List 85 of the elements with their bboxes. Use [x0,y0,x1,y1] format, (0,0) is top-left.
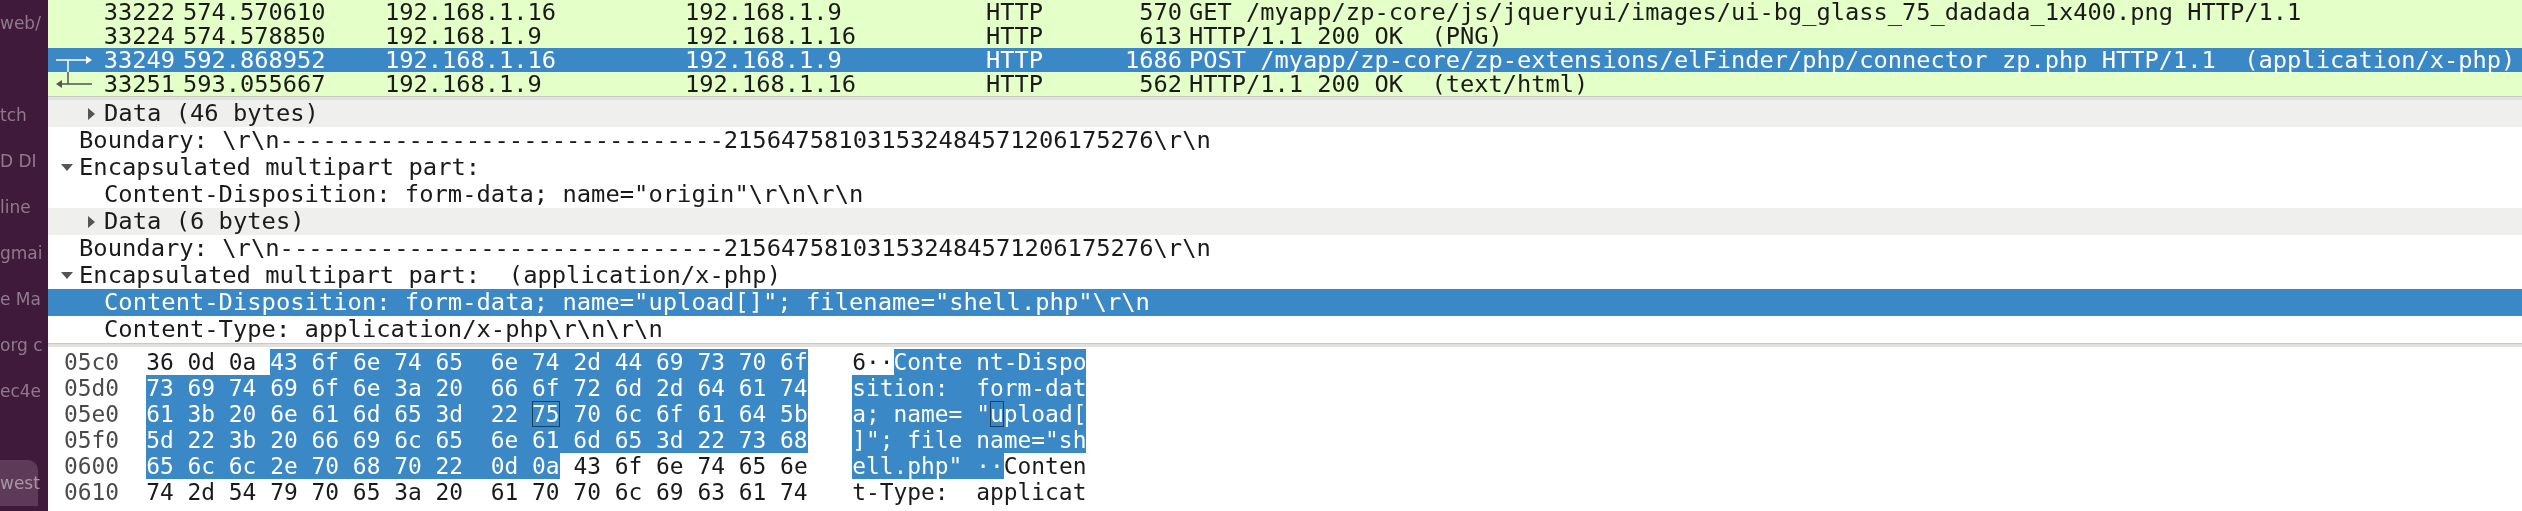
packet-row[interactable]: 33251 593.055667 192.168.1.9 192.168.1.16 HTTP 562 HTTP/1.1 200 OK (text/html) [48,72,2522,96]
packet-info: GET /myapp/zp-core/js/jqueryui/images/ui-bg_glass_75_dadada_1x400.png HTTP/1.1 [1189,0,2302,24]
hex-offset: 05c0 [64,349,120,375]
hex-bytes[interactable]: 75 [532,401,560,427]
tree-row[interactable]: Data (6 bytes) [48,208,2522,235]
hex-offset: 0600 [64,453,120,479]
packet-info: HTTP/1.1 200 OK (PNG) [1189,24,1503,48]
tree-row[interactable]: Encapsulated multipart part: (application/x-php) [48,262,2522,289]
ascii-text[interactable]: sition: form-dat [852,375,1087,401]
hex-bytes[interactable]: 43 6f 6e 74 65 6e [559,453,808,479]
protocol-name: HTTP [986,48,1045,72]
tree-label: Content-Disposition: form-data; name="upload[]"; filename="shell.php"\r\n [104,289,1150,316]
packet-time: 593.055667 [183,72,327,96]
packet-info: HTTP/1.1 200 OK (text/html) [1189,72,1589,96]
destination-address: 192.168.1.9 [685,48,843,72]
protocol-name: HTTP [986,0,1045,24]
dock-label[interactable]: ec4e [0,368,42,414]
dock-label[interactable]: gmai [0,230,43,276]
hex-bytes[interactable]: 43 6f 6e 74 65 6e 74 2d 44 69 73 70 6f [270,349,808,375]
left-arrow-icon [56,72,92,88]
hex-offset: 0610 [64,479,120,505]
packet-length: 1686 [1123,48,1183,72]
ascii-text[interactable]: t-Type: applicat [852,479,1087,505]
source-address: 192.168.1.9 [385,72,543,96]
tree-row[interactable]: Boundary: \r\n-------------------------------215647581031532484571206175276\r\n [48,127,2522,154]
tree-row[interactable]: Encapsulated multipart part: [48,154,2522,181]
ascii-text[interactable]: ]"; file name="sh [852,427,1087,453]
dock-label[interactable]: e Ma [0,276,41,322]
packet-time: 592.868952 [183,48,327,72]
dock-label[interactable]: web/ [0,0,41,46]
tree-label: Encapsulated multipart part: [79,154,481,181]
tree-label: Boundary: \r\n-------------------------------215647581031532484571206175276\r\n [79,127,1211,154]
tree-label: Content-Disposition: form-data; name="origin"\r\n\r\n [104,181,864,208]
ascii-text[interactable]: pload[ [1003,401,1087,427]
packet-row[interactable]: 33249 592.868952 192.168.1.16 192.168.1.9 HTTP 1686 POST /myapp/zp-core/zp-extensions/elFinder/php/connector zp.php HTTP/1.1 (application/x-php) [48,48,2522,72]
destination-address: 192.168.1.16 [685,24,858,48]
packet-length: 562 [1138,72,1183,96]
hex-bytes[interactable]: 65 6c 6c 2e 70 68 70 22 0d 0a [146,453,560,479]
ascii-text[interactable]: 6·· [852,349,894,375]
dock-label[interactable]: org c [0,322,43,368]
destination-address: 192.168.1.16 [685,72,858,96]
dock-label[interactable]: line [0,184,31,230]
hex-bytes[interactable]: 36 0d 0a [146,349,271,375]
hex-bytes[interactable]: 70 6c 6f 61 64 5b [559,401,808,427]
tree-row[interactable]: Boundary: \r\n-------------------------------215647581031532484571206175276\r\n [48,235,2522,262]
protocol-name: HTTP [986,24,1045,48]
tree-label: Content-Type: application/x-php\r\n\r\n [104,316,663,343]
packet-time: 574.570610 [183,0,327,24]
source-address: 192.168.1.16 [385,48,558,72]
ascii-text[interactable]: ell.php" ·· [852,453,1004,479]
hex-bytes[interactable]: 74 2d 54 79 70 65 3a 20 61 70 70 6c 69 63 61 74 [146,479,808,505]
dock-label[interactable]: west [0,460,38,506]
tree-label: Boundary: \r\n-------------------------------215647581031532484571206175276\r\n [79,235,1211,262]
hex-bytes[interactable]: 61 3b 20 6e 61 6d 65 3d 22 [146,401,533,427]
hex-offset: 05d0 [64,375,120,401]
tree-label: Data (6 bytes) [104,208,305,235]
tree-row[interactable]: Data (46 bytes) [48,100,2522,127]
ascii-text[interactable]: a; name= " [852,401,990,427]
right-arrow-icon [56,56,92,72]
tree-label: Encapsulated multipart part: (application/x-php) [79,262,782,289]
packet-number: 33249 [103,48,175,72]
packet-info: POST /myapp/zp-core/zp-extensions/elFinder/php/connector zp.php HTTP/1.1 (application/x-php) [1189,48,2516,72]
source-address: 192.168.1.9 [385,24,543,48]
packet-time: 574.578850 [183,24,327,48]
packet-length: 570 [1138,0,1183,24]
packet-number: 33224 [103,24,175,48]
packet-number: 33251 [103,72,175,96]
tree-label: Data (46 bytes) [104,100,319,127]
hex-offset: 05f0 [64,427,120,453]
destination-address: 192.168.1.9 [685,0,843,24]
ascii-text[interactable]: Conte nt-Dispo [893,349,1087,375]
source-address: 192.168.1.16 [385,0,558,24]
packet-row[interactable]: 33222 574.570610 192.168.1.16 192.168.1.9 HTTP 570 GET /myapp/zp-core/js/jqueryui/images/ui-bg_glass_75_dadada_1x400.png HTTP/1.1 [48,0,2522,24]
dock-label[interactable]: tch [0,92,27,138]
tree-row[interactable]: Content-Type: application/x-php\r\n\r\n [48,316,2522,343]
tree-row[interactable]: Content-Disposition: form-data; name="upload[]"; filename="shell.php"\r\n [48,289,2522,316]
hex-bytes[interactable]: 5d 22 3b 20 66 69 6c 65 6e 61 6d 65 3d 22 73 68 [146,427,808,453]
protocol-name: HTTP [986,72,1045,96]
tree-row[interactable]: Content-Disposition: form-data; name="origin"\r\n\r\n [48,181,2522,208]
hex-offset: 05e0 [64,401,120,427]
packet-number: 33222 [103,0,175,24]
packet-length: 613 [1138,24,1183,48]
hex-bytes[interactable]: 73 69 74 69 6f 6e 3a 20 66 6f 72 6d 2d 64 61 74 [146,375,808,401]
dock-label[interactable]: D DI [0,138,37,184]
ascii-text[interactable]: Conten [1003,453,1087,479]
